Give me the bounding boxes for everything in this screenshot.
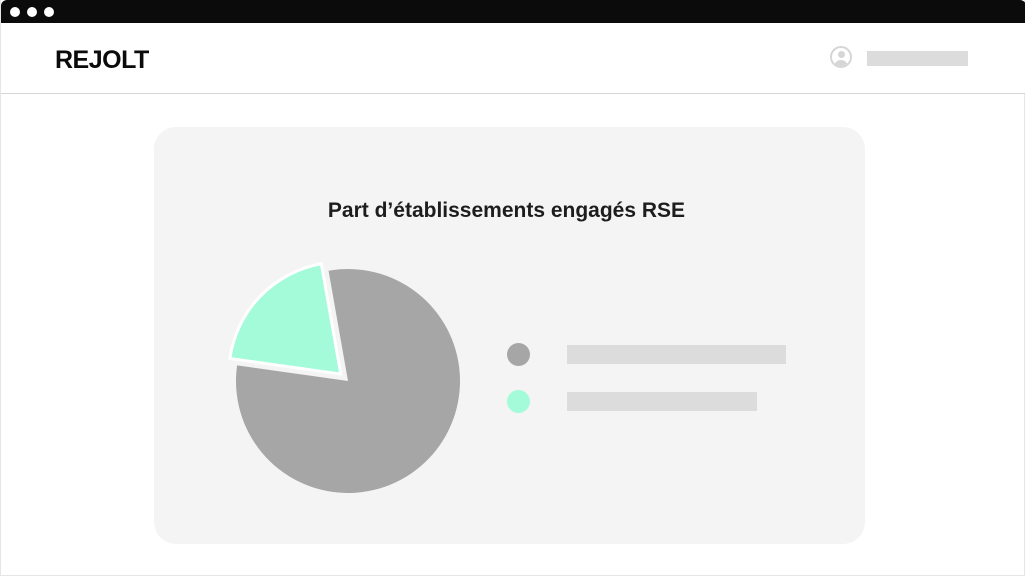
brand-logo[interactable]: REJOLT [55,48,149,73]
app-header: REJOLT [1,23,1025,94]
browser-window: REJOLT Part d’établissements engagés RSE [0,0,1025,576]
legend-item [507,343,807,367]
legend-label-placeholder [567,392,757,411]
avatar-head [838,51,845,58]
legend-swatch-icon [507,390,530,413]
window-titlebar [1,0,1025,23]
username-placeholder[interactable] [867,51,968,66]
chart-card: Part d’établissements engagés RSE [154,127,865,544]
chart-title: Part d’établissements engagés RSE [327,199,686,222]
legend-item [507,390,807,414]
window-dot-icon [44,7,54,17]
user-avatar-icon[interactable] [830,46,852,68]
pie-chart [228,262,460,493]
legend-label-placeholder [567,345,786,364]
avatar-shoulders [834,60,848,66]
window-dot-icon [27,7,37,17]
window-dot-icon [10,7,20,17]
pie-slice-2 [228,262,343,376]
legend-swatch-icon [507,343,530,366]
